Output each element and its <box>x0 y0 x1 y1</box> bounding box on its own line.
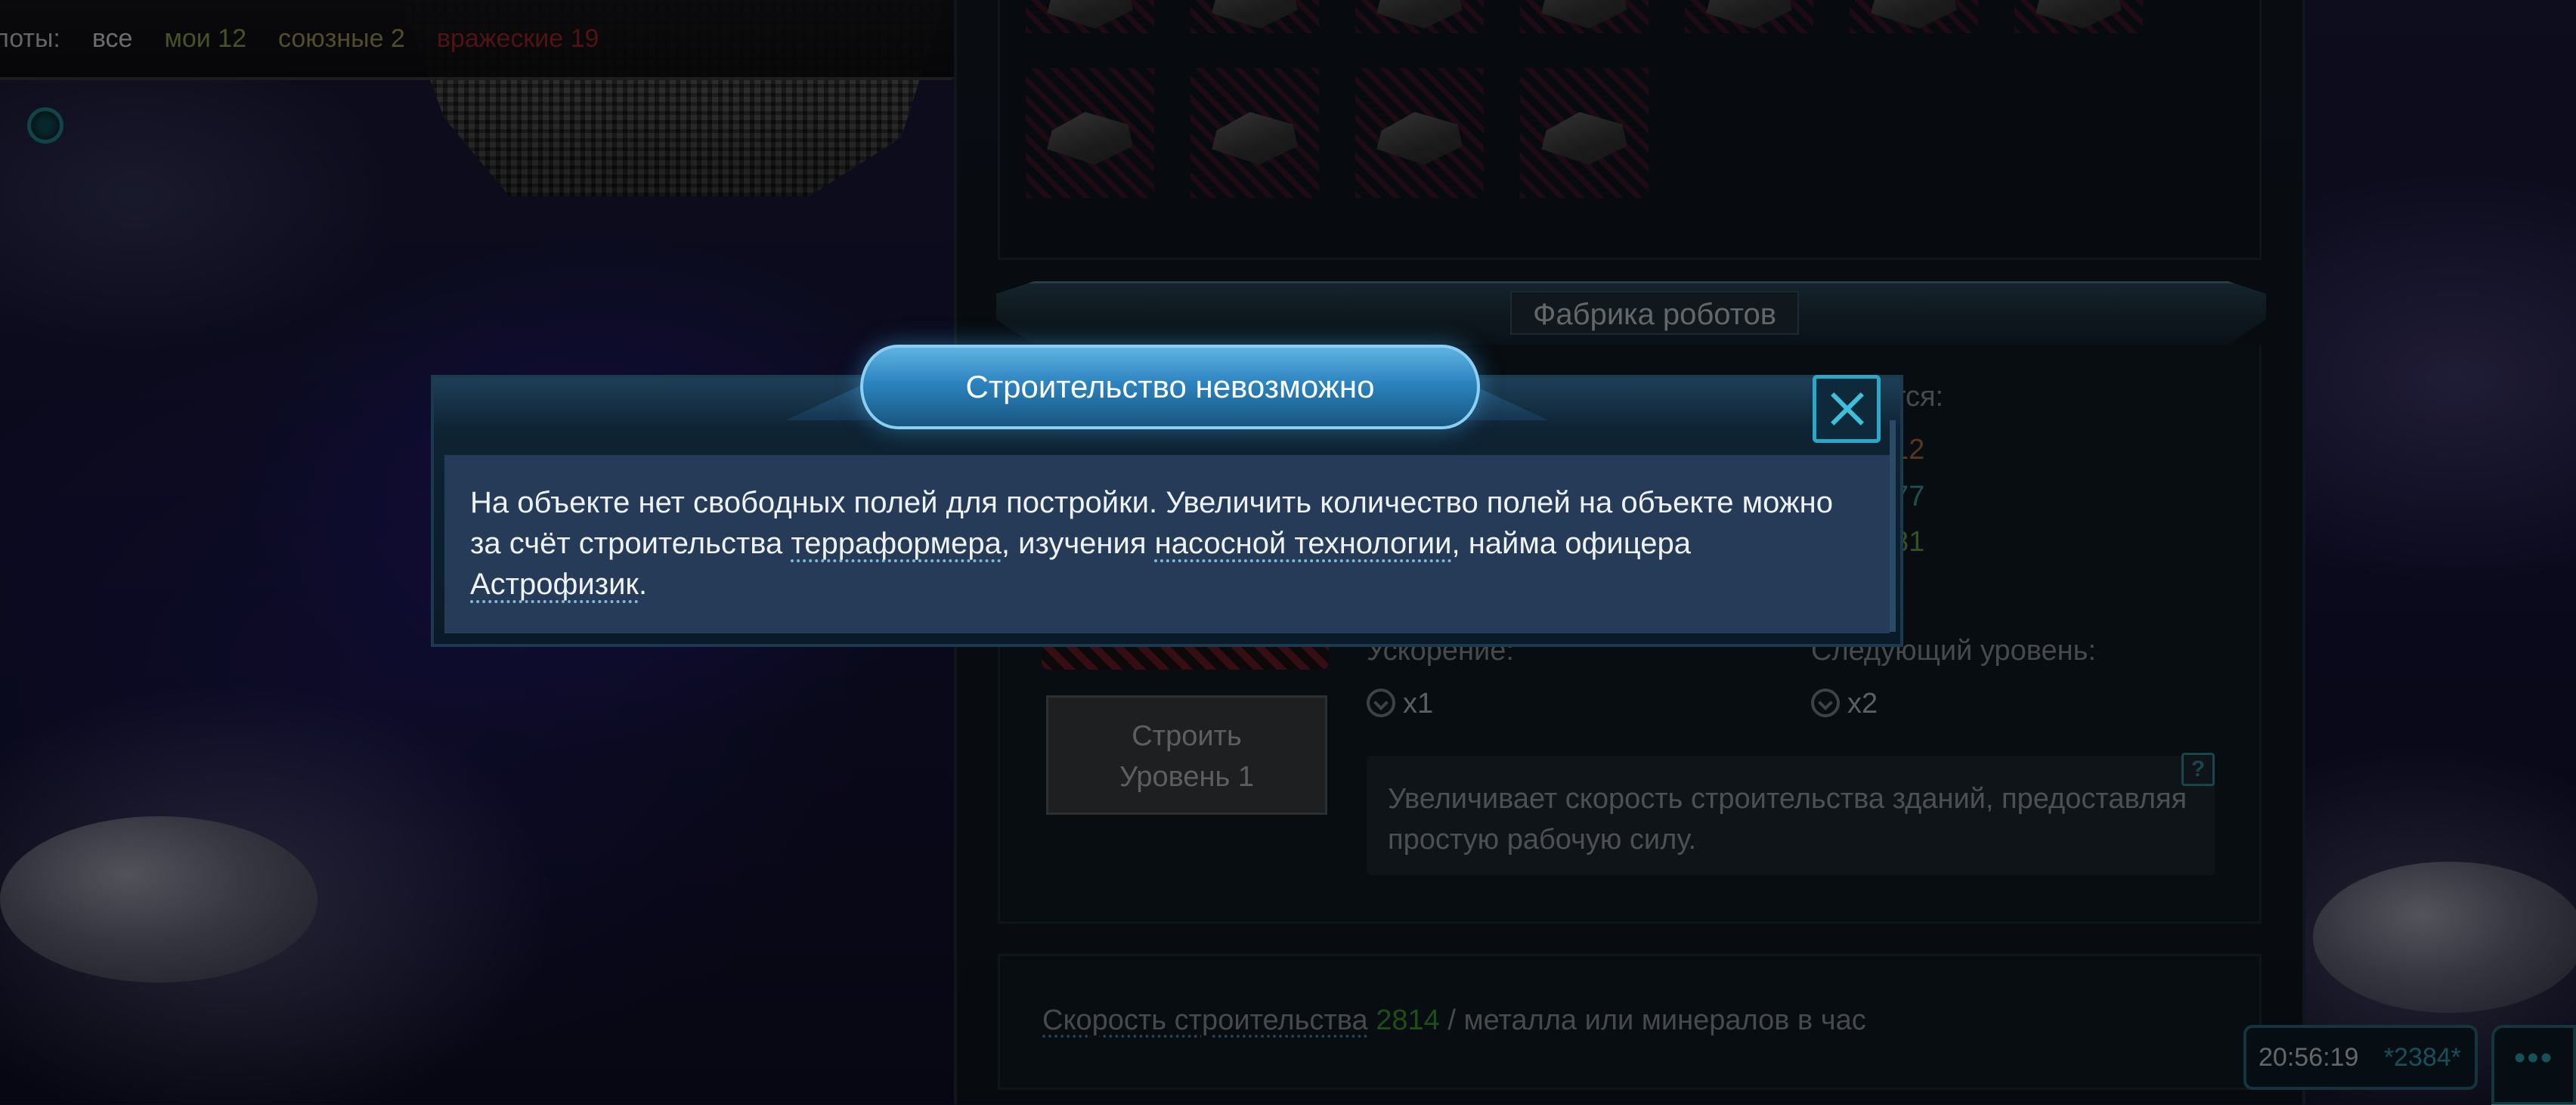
dialog-message: На объекте нет свободных полей для постр… <box>444 455 1890 633</box>
link-terraformer[interactable]: терраформера <box>791 527 1002 560</box>
message-text: . <box>638 568 648 601</box>
error-dialog: Строительство невозможно На объекте нет … <box>431 345 1903 647</box>
message-text: , изучения <box>1001 527 1155 560</box>
message-text: , найма офицера <box>1451 527 1691 560</box>
dialog-title: Строительство невозможно <box>860 345 1480 429</box>
close-button[interactable] <box>1813 375 1881 443</box>
dialog-accent <box>1890 420 1896 632</box>
link-astrophysicist[interactable]: Астрофизик <box>470 568 639 601</box>
link-pump-technology[interactable]: насосной технологии <box>1155 527 1452 560</box>
